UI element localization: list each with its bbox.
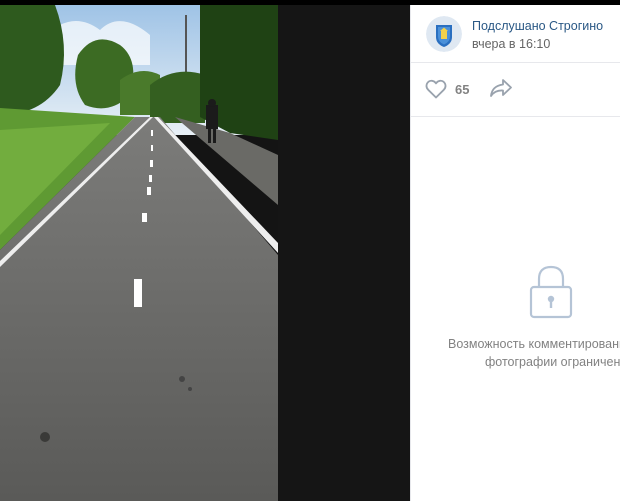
post-photo[interactable] [0,5,278,501]
avatar[interactable] [426,16,462,52]
post-time[interactable]: вчера в 16:10 [472,37,550,51]
photo-viewer [0,5,410,501]
photo-backdrop [278,5,410,501]
share-arrow-icon [490,79,512,97]
community-emblem-icon [426,16,462,52]
restricted-text-line2: фотографии ограничена. [485,355,620,369]
post-actions: 65 [411,63,620,117]
heart-icon [425,79,447,99]
bike-path-photo [0,5,278,501]
like-button[interactable]: 65 [425,78,469,100]
like-count: 65 [455,81,470,97]
photo-sidebar: Подслушано Строгино вчера в 16:10 65 Воз… [410,5,620,501]
share-button[interactable] [489,78,515,100]
lock-icon [529,265,573,319]
post-header: Подслушано Строгино вчера в 16:10 [411,5,620,63]
restricted-text-line1: Возможность комментировани [448,337,620,351]
post-author-link[interactable]: Подслушано Строгино [472,19,603,33]
